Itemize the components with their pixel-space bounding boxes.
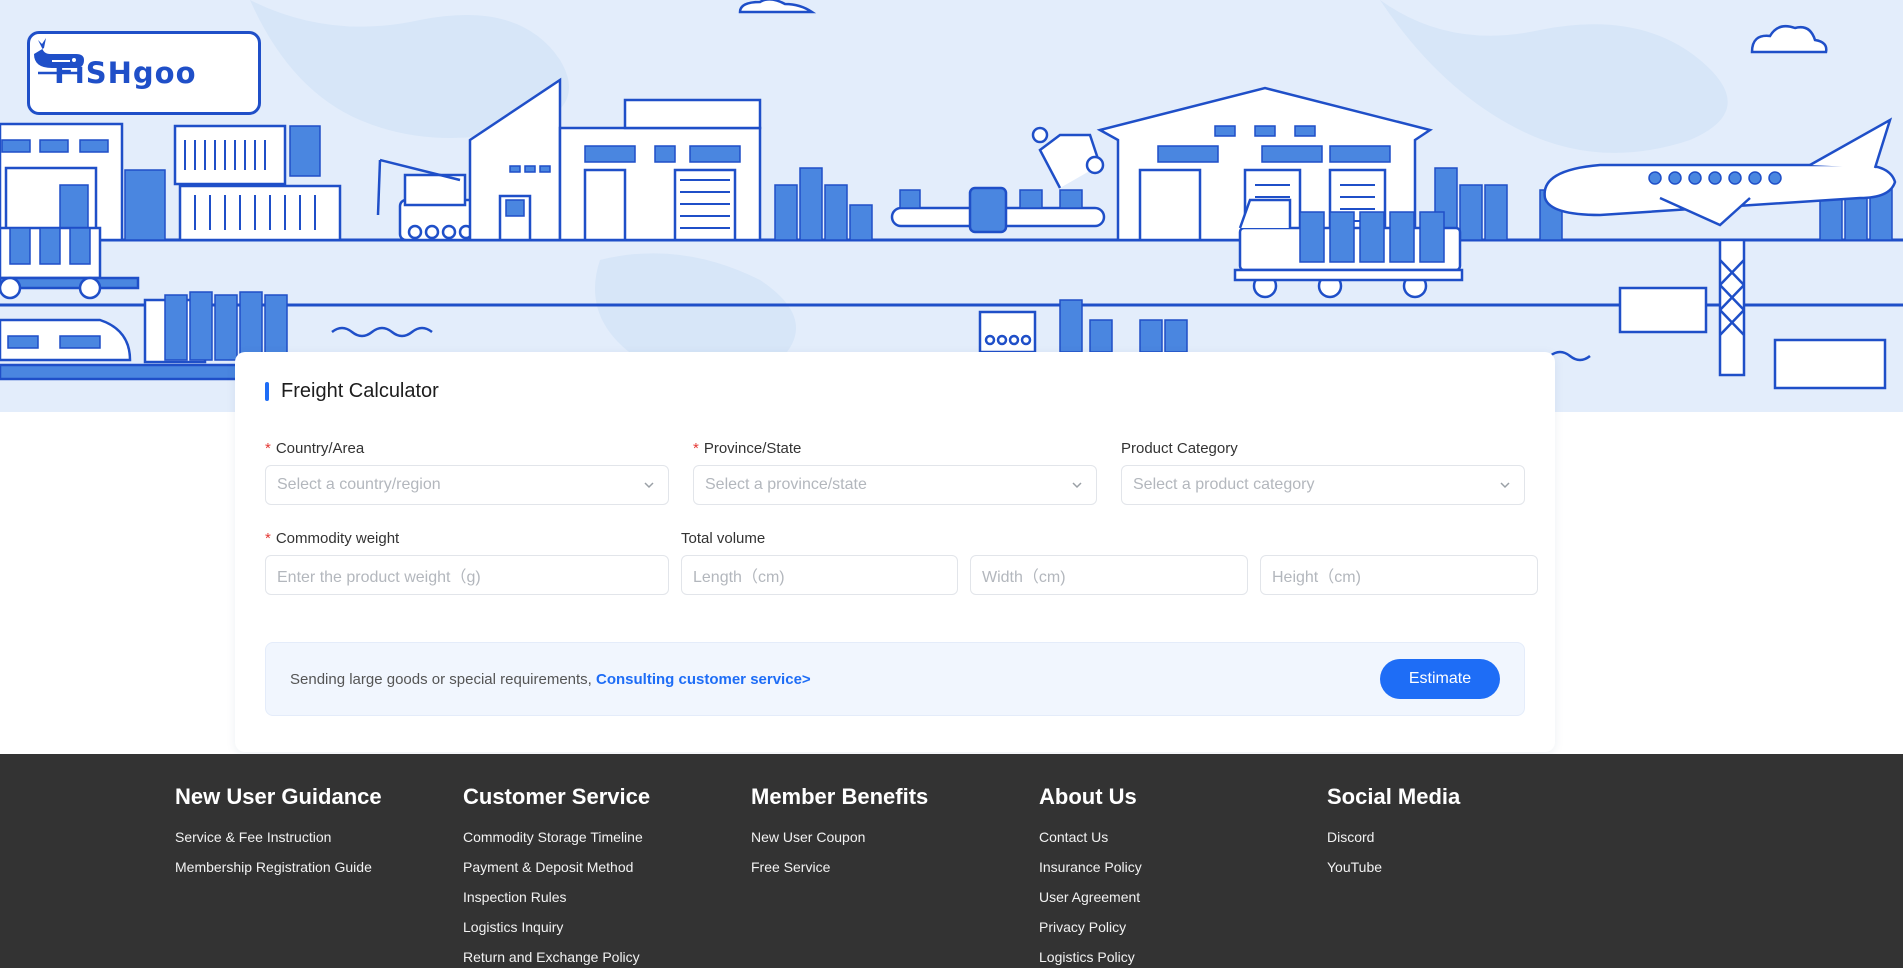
footer-heading: About Us	[1039, 784, 1137, 809]
length-input[interactable]: Length（cm)	[681, 555, 958, 595]
weight-label-text: Commodity weight	[275, 530, 400, 547]
weight-label: * Commodity weight	[265, 530, 399, 547]
footer-link[interactable]: Return and Exchange Policy	[463, 942, 650, 968]
footer-link[interactable]: Payment & Deposit Method	[463, 852, 650, 882]
service-notice: Sending large goods or special requireme…	[265, 642, 1525, 716]
footer-col-social-media: Social Media Discord YouTube	[1327, 784, 1460, 882]
footer-link-discord[interactable]: Discord	[1327, 822, 1460, 852]
weight-input[interactable]: Enter the product weight（g)	[265, 555, 669, 595]
brand-logo[interactable]: FiSHgoo	[27, 31, 261, 115]
footer-col-about-us: About Us Contact Us Insurance Policy Use…	[1039, 784, 1142, 968]
footer-heading: Member Benefits	[751, 784, 929, 809]
country-label-text: Country/Area	[275, 440, 365, 457]
height-input-placeholder: Height（cm)	[1272, 569, 1361, 586]
footer-link[interactable]: Insurance Policy	[1039, 852, 1142, 882]
footer-link[interactable]: Contact Us	[1039, 822, 1142, 852]
height-input[interactable]: Height（cm)	[1260, 555, 1538, 595]
province-select-placeholder: Select a province/state	[705, 476, 867, 493]
footer-col-new-user-guidance: New User Guidance Service & Fee Instruct…	[175, 784, 382, 882]
category-select[interactable]: Select a product category	[1121, 465, 1525, 505]
footer-heading: Social Media	[1327, 784, 1461, 809]
footer-link[interactable]: User Agreement	[1039, 882, 1142, 912]
footer-link-youtube[interactable]: YouTube	[1327, 852, 1460, 882]
footer: New User Guidance Service & Fee Instruct…	[0, 754, 1903, 968]
footer-link[interactable]: Logistics Inquiry	[463, 912, 650, 942]
footer-col-customer-service: Customer Service Commodity Storage Timel…	[463, 784, 650, 968]
province-label-text: Province/State	[703, 440, 802, 457]
page-title: Freight Calculator	[281, 380, 439, 402]
estimate-button[interactable]: Estimate	[1380, 659, 1500, 699]
required-mark: *	[265, 530, 271, 547]
width-input-placeholder: Width（cm)	[982, 569, 1066, 586]
country-select-placeholder: Select a country/region	[277, 476, 441, 493]
province-select[interactable]: Select a province/state	[693, 465, 1097, 505]
title-accent-bar	[265, 382, 269, 401]
footer-link[interactable]: Membership Registration Guide	[175, 852, 382, 882]
category-select-placeholder: Select a product category	[1133, 476, 1315, 493]
chevron-down-icon	[644, 482, 654, 489]
weight-input-placeholder: Enter the product weight（g)	[277, 569, 481, 586]
province-label: * Province/State	[693, 440, 801, 457]
country-label: * Country/Area	[265, 440, 364, 457]
freight-calculator-card: Freight Calculator * Country/Area Select …	[235, 352, 1555, 752]
card-title: Freight Calculator	[265, 380, 439, 403]
country-select[interactable]: Select a country/region	[265, 465, 669, 505]
category-label: Product Category	[1121, 440, 1238, 457]
footer-link[interactable]: New User Coupon	[751, 822, 928, 852]
length-input-placeholder: Length（cm)	[693, 569, 785, 586]
category-label-text: Product Category	[1121, 440, 1238, 457]
footer-heading: Customer Service	[463, 784, 651, 809]
consult-customer-service-link[interactable]: Consulting customer service>	[596, 671, 811, 688]
notice-text: Sending large goods or special requireme…	[290, 671, 811, 688]
width-input[interactable]: Width（cm)	[970, 555, 1248, 595]
notice-message: Sending large goods or special requireme…	[290, 671, 597, 688]
footer-link[interactable]: Service & Fee Instruction	[175, 822, 382, 852]
logistics-illustration	[0, 0, 1903, 390]
hero-banner: FiSHgoo	[0, 0, 1903, 412]
required-mark: *	[265, 440, 271, 457]
whale-icon	[34, 38, 84, 75]
footer-link[interactable]: Inspection Rules	[463, 882, 650, 912]
footer-heading: New User Guidance	[175, 784, 382, 809]
chevron-down-icon	[1072, 482, 1082, 489]
footer-link[interactable]: Logistics Policy	[1039, 942, 1142, 968]
footer-link[interactable]: Free Service	[751, 852, 928, 882]
volume-label-text: Total volume	[681, 530, 766, 547]
chevron-down-icon	[1500, 482, 1510, 489]
footer-link[interactable]: Privacy Policy	[1039, 912, 1142, 942]
footer-link[interactable]: Commodity Storage Timeline	[463, 822, 650, 852]
page: FiSHgoo Freight Calculator * Country/Area…	[0, 0, 1903, 968]
required-mark: *	[693, 440, 699, 457]
volume-label: Total volume	[681, 530, 765, 547]
footer-col-member-benefits: Member Benefits New User Coupon Free Ser…	[751, 784, 928, 882]
